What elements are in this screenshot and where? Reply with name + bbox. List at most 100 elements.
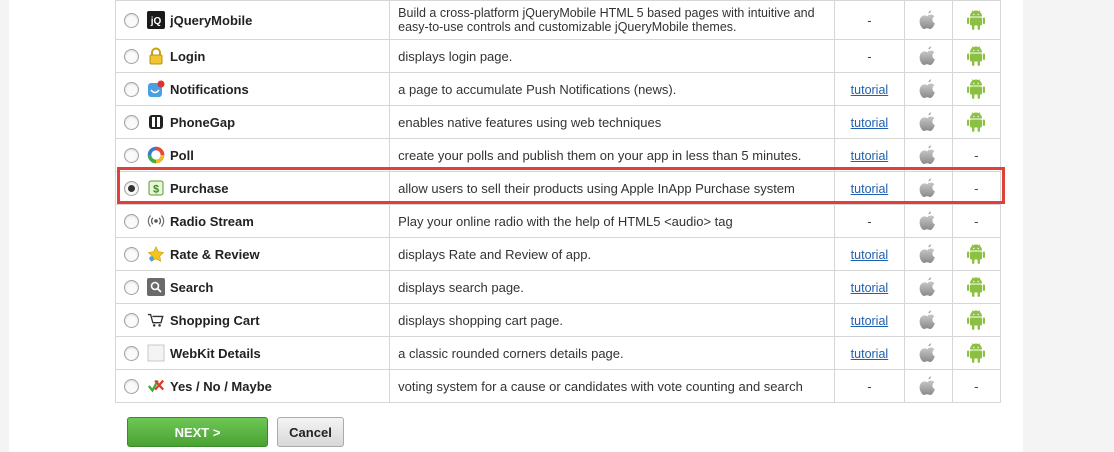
feature-name-cell: Shopping Cart: [114, 303, 391, 337]
feature-name: Purchase: [170, 180, 229, 196]
ios-support-cell: [904, 369, 953, 403]
feature-description: displays search page.: [389, 270, 835, 304]
search-icon: [147, 278, 165, 296]
feature-row[interactable]: WebKit Details a classic rounded corners …: [114, 336, 1002, 370]
feature-row[interactable]: Notifications a page to accumulate Push N…: [114, 72, 1002, 106]
feature-description: voting system for a cause or candidates …: [389, 369, 835, 403]
feature-name: Poll: [170, 147, 194, 163]
android-unavailable: -: [974, 213, 979, 229]
tutorial-link[interactable]: tutorial: [851, 116, 889, 130]
android-icon: [961, 45, 992, 67]
tutorial-unavailable: -: [867, 213, 872, 229]
feature-row[interactable]: Search displays search page. tutorial: [114, 270, 1002, 304]
android-support-cell: [951, 237, 1002, 271]
feature-row[interactable]: PhoneGap enables native features using we…: [114, 105, 1002, 139]
feature-radio[interactable]: [124, 48, 139, 64]
feature-name-cell: PhoneGap: [114, 105, 391, 139]
feature-row[interactable]: Shopping Cart displays shopping cart page…: [114, 303, 1002, 337]
feature-description: displays Rate and Review of app.: [389, 237, 835, 271]
apple-icon: [913, 177, 943, 199]
apple-icon: [913, 375, 943, 397]
feature-row[interactable]: Radio Stream Play your online radio with …: [114, 204, 1002, 238]
android-icon: [961, 276, 992, 298]
feature-row[interactable]: $ Purchase allow users to sell their produ…: [114, 171, 1002, 205]
feature-radio[interactable]: [124, 279, 139, 295]
feature-row[interactable]: Login displays login page. -: [114, 39, 1002, 73]
ios-support-cell: [904, 0, 953, 40]
android-support-cell: -: [951, 204, 1002, 238]
feature-radio[interactable]: [124, 345, 139, 361]
apple-icon: [913, 276, 943, 298]
tutorial-link[interactable]: tutorial: [851, 248, 889, 262]
feature-tutorial-cell: tutorial: [833, 138, 906, 172]
ios-support-cell: [904, 105, 953, 139]
apple-icon: [913, 144, 943, 166]
tutorial-link[interactable]: tutorial: [851, 182, 889, 196]
ios-support-cell: [904, 138, 953, 172]
feature-row[interactable]: Rate & Review displays Rate and Review of…: [114, 237, 1002, 271]
tutorial-link[interactable]: tutorial: [851, 149, 889, 163]
feature-name: Search: [170, 279, 214, 295]
feature-description: displays login page.: [389, 39, 835, 73]
feature-description: enables native features using web techni…: [389, 105, 835, 139]
feature-radio[interactable]: [124, 246, 139, 262]
feature-radio[interactable]: [124, 180, 139, 196]
cancel-button[interactable]: Cancel: [277, 417, 344, 447]
feature-radio[interactable]: [124, 147, 139, 163]
feature-radio[interactable]: [124, 213, 139, 229]
feature-name-cell: Radio Stream: [114, 204, 391, 238]
android-support-cell: [951, 39, 1002, 73]
android-icon: [961, 111, 992, 133]
webkit-details-icon: [147, 344, 165, 362]
feature-radio[interactable]: [124, 81, 139, 97]
tutorial-unavailable: -: [867, 48, 872, 64]
tutorial-link[interactable]: tutorial: [851, 83, 889, 97]
feature-description: allow users to sell their products using…: [389, 171, 835, 205]
feature-tutorial-cell: tutorial: [833, 105, 906, 139]
apple-icon: [913, 111, 943, 133]
feature-tutorial-cell: tutorial: [833, 72, 906, 106]
jquerymobile-icon: jQ: [147, 11, 165, 29]
ios-support-cell: [904, 336, 953, 370]
feature-description: Play your online radio with the help of …: [389, 204, 835, 238]
ios-support-cell: [904, 39, 953, 73]
purchase-icon: $: [147, 179, 165, 197]
feature-row[interactable]: Poll create your polls and publish them o…: [114, 138, 1002, 172]
yes-no-maybe-icon: [147, 377, 165, 395]
feature-name: WebKit Details: [170, 345, 261, 361]
tutorial-link[interactable]: tutorial: [851, 281, 889, 295]
ios-support-cell: [904, 237, 953, 271]
feature-name-cell: jQ jQueryMobile: [114, 0, 391, 40]
apple-icon: [913, 9, 943, 31]
feature-name: Notifications: [170, 81, 249, 97]
ios-support-cell: [904, 270, 953, 304]
apple-icon: [913, 342, 943, 364]
feature-name: Rate & Review: [170, 246, 260, 262]
feature-radio[interactable]: [124, 12, 139, 28]
feature-name: Radio Stream: [170, 213, 254, 229]
feature-name-cell: Search: [114, 270, 391, 304]
feature-row[interactable]: jQ jQueryMobile Build a cross-platform jQu…: [114, 0, 1002, 40]
android-support-cell: [951, 105, 1002, 139]
feature-row[interactable]: Yes / No / Maybe voting system for a caus…: [114, 369, 1002, 403]
shopping-cart-icon: [147, 311, 165, 329]
android-support-cell: -: [951, 171, 1002, 205]
feature-description: Build a cross-platform jQueryMobile HTML…: [389, 0, 835, 40]
feature-name: PhoneGap: [170, 114, 236, 130]
ios-support-cell: [904, 171, 953, 205]
android-icon: [961, 309, 992, 331]
feature-radio[interactable]: [124, 114, 139, 130]
feature-radio[interactable]: [124, 312, 139, 328]
tutorial-unavailable: -: [867, 378, 872, 394]
feature-tutorial-cell: tutorial: [833, 270, 906, 304]
svg-text:jQ: jQ: [150, 16, 162, 27]
feature-description: a page to accumulate Push Notifications …: [389, 72, 835, 106]
tutorial-link[interactable]: tutorial: [851, 347, 889, 361]
feature-radio[interactable]: [124, 378, 139, 394]
feature-tutorial-cell: -: [833, 369, 906, 403]
next-button[interactable]: NEXT >: [127, 417, 268, 447]
feature-name: Login: [170, 48, 206, 64]
tutorial-link[interactable]: tutorial: [851, 314, 889, 328]
android-icon: [961, 9, 992, 31]
android-icon: [961, 78, 992, 100]
